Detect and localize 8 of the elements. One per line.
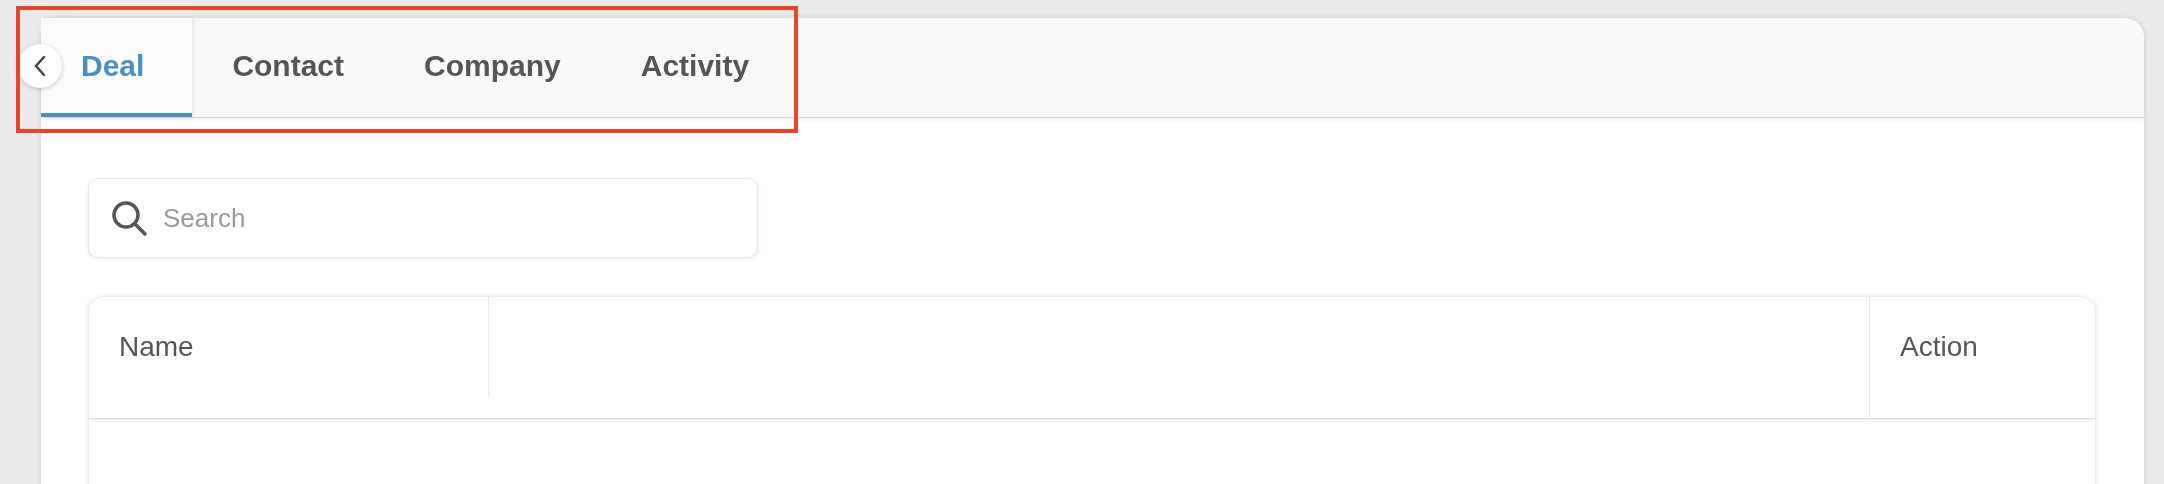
column-header: Action <box>1900 330 1978 364</box>
tab[interactable]: Company <box>384 18 601 117</box>
search-field[interactable]: Search <box>88 178 758 258</box>
tab[interactable]: Activity <box>600 18 790 117</box>
column-header: Name <box>119 330 194 364</box>
tab[interactable]: Contact <box>192 18 385 117</box>
search-icon <box>110 199 148 237</box>
chevron-left-icon <box>32 54 48 78</box>
